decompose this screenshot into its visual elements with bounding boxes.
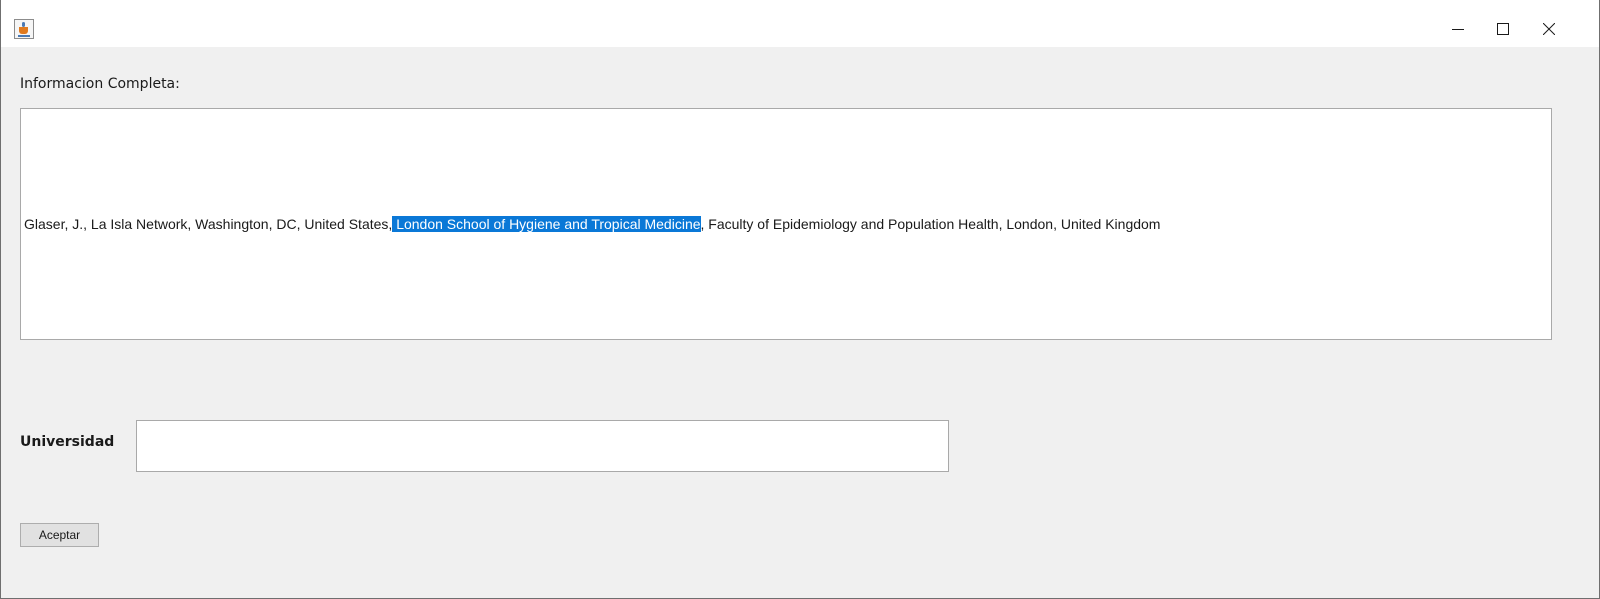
info-label: Informacion Completa: [20, 76, 180, 92]
info-text-selection: London School of Hygiene and Tropical Me… [392, 216, 701, 232]
accept-button[interactable]: Aceptar [20, 523, 99, 547]
close-icon [1543, 23, 1555, 35]
maximize-button[interactable] [1480, 11, 1526, 47]
saucer-shape [18, 35, 30, 37]
maximize-icon [1497, 23, 1509, 35]
info-textarea[interactable]: Glaser, J., La Isla Network, Washington,… [20, 108, 1552, 340]
java-app-icon[interactable] [14, 19, 34, 39]
minimize-button[interactable] [1435, 11, 1481, 47]
info-text[interactable]: Glaser, J., La Isla Network, Washington,… [24, 214, 1160, 234]
university-label: Universidad [20, 434, 115, 450]
title-bar[interactable] [1, 0, 1599, 47]
close-button[interactable] [1526, 11, 1572, 47]
minimize-icon [1452, 29, 1464, 30]
cup-shape [19, 27, 28, 34]
info-text-before: Glaser, J., La Isla Network, Washington,… [24, 216, 393, 232]
university-input[interactable] [136, 420, 949, 472]
info-text-after: , Faculty of Epidemiology and Population… [700, 216, 1161, 232]
app-window: Informacion Completa: Glaser, J., La Isl… [0, 0, 1600, 599]
